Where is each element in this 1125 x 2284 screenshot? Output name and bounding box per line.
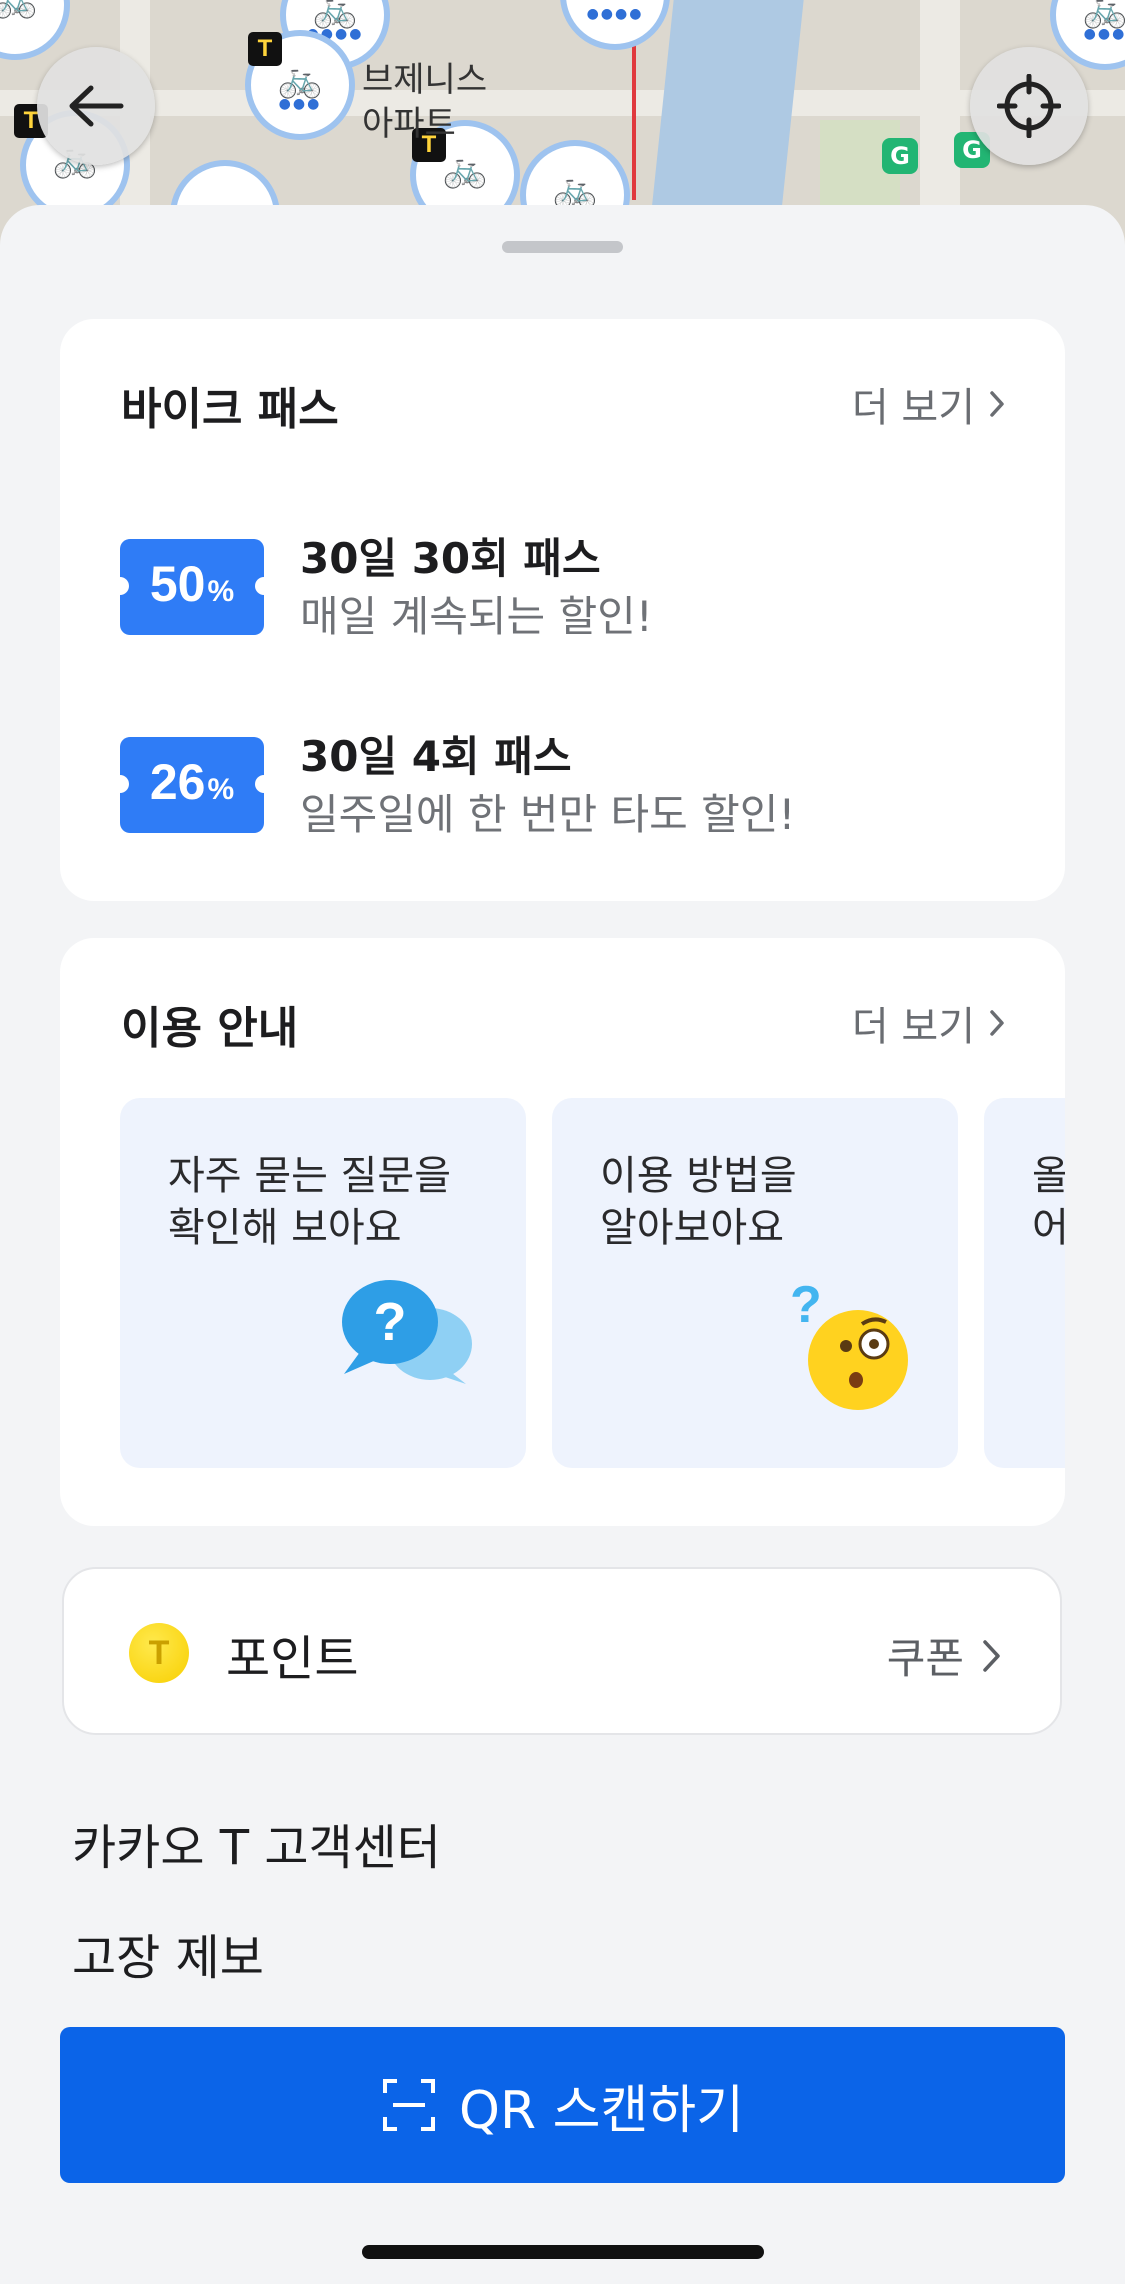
points-row[interactable]: T 포인트 쿠폰 [62,1567,1062,1735]
bike-pass-card: 바이크 패스 더 보기 50% 30일 30회 패스 매일 계속되는 할인! 2… [60,319,1065,901]
map-place-label: 브제니스 아파트 [362,60,488,144]
chevron-right-icon [990,391,1004,417]
qr-scan-label: QR 스캔하기 [459,2080,744,2141]
coupon-link[interactable]: 쿠폰 [887,1625,1002,1686]
report-fault-link[interactable]: 고장 제보 [72,1918,264,1988]
qr-scan-button[interactable]: QR 스캔하기 [60,2027,1065,2183]
guide-card-text: 올 어 [1032,1153,1065,1251]
guide-card-how-to-use[interactable]: 이용 방법을 알아보아요 ? [552,1098,958,1468]
pass-name: 30일 30회 패스 [300,534,601,583]
pass-description: 매일 계속되는 할인! [300,592,653,641]
taxi-badge-icon: T [248,32,282,66]
arrow-left-icon [69,85,124,127]
qr-scan-icon [383,2079,436,2131]
bike-marker[interactable]: 🚲 [0,0,70,60]
discount-coupon-badge: 26% [111,737,273,833]
bike-pass-title: 바이크 패스 [121,384,339,435]
my-location-button[interactable] [970,47,1088,165]
guide-card-text: 자주 묻는 질문을 확인해 보아요 [168,1153,452,1251]
pass-item[interactable]: 26% 30일 4회 패스 일주일에 한 번만 타도 할인! [111,732,1020,839]
back-button[interactable] [37,47,155,165]
svg-text:?: ? [790,1276,822,1334]
coupon-label: 쿠폰 [886,1634,964,1683]
curious-emoji-icon: ? [790,1276,908,1410]
more-label: 더 보기 [851,1004,975,1050]
pass-item[interactable]: 50% 30일 30회 패스 매일 계속되는 할인! [111,534,1020,641]
points-label: 포인트 [226,1631,359,1687]
usage-guide-card: 이용 안내 더 보기 자주 묻는 질문을 확인해 보아요 ? 이용 방법을 알아… [60,938,1065,1526]
usage-guide-more-link[interactable]: 더 보기 [852,994,1005,1052]
home-indicator[interactable] [362,2245,764,2259]
pass-name: 30일 4회 패스 [300,732,572,781]
sheet-drag-handle[interactable] [502,241,623,253]
guide-card-text: 이용 방법을 알아보아요 [600,1153,797,1251]
svg-text:?: ? [374,1292,407,1352]
chevron-right-icon [983,1639,1000,1672]
t-coin-icon: T [129,1623,189,1683]
customer-center-link[interactable]: 카카오 T 고객센터 [72,1808,441,1878]
bike-pass-more-link[interactable]: 더 보기 [852,375,1005,433]
crosshair-icon [997,74,1061,138]
question-bubbles-icon: ? [342,1280,472,1384]
green-badge-icon: G [882,138,918,174]
usage-guide-title: 이용 안내 [121,1003,299,1054]
chevron-right-icon [990,1010,1004,1036]
guide-card-faq[interactable]: 자주 묻는 질문을 확인해 보아요 ? [120,1098,526,1468]
discount-coupon-badge: 50% [111,539,273,635]
pass-description: 일주일에 한 번만 타도 할인! [300,790,796,839]
more-label: 더 보기 [851,385,975,431]
guide-card-partial[interactable]: 올 어 [984,1098,1065,1468]
bike-marker[interactable]: ●●●● [560,0,670,50]
